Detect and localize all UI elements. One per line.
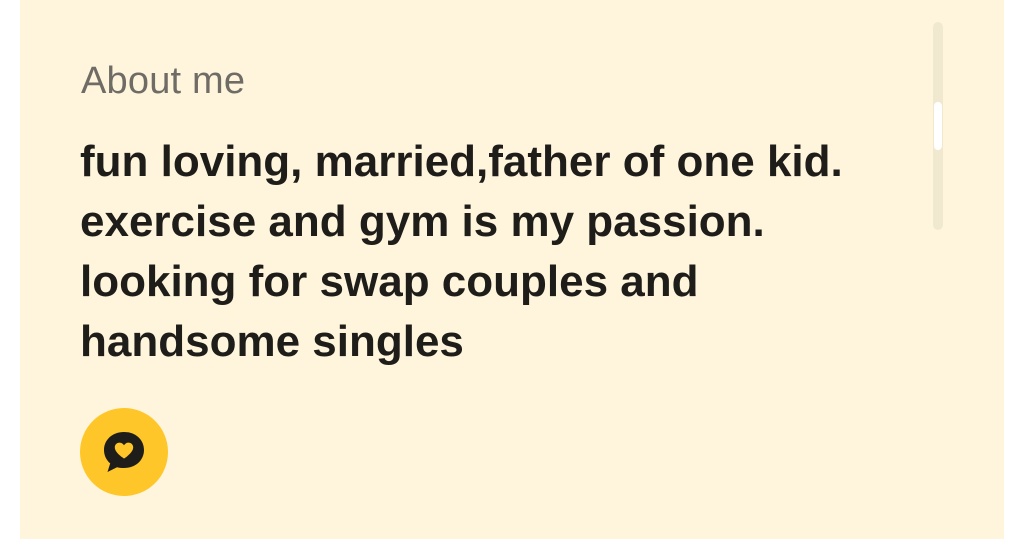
scrollbar-thumb[interactable]: [934, 102, 942, 150]
bio-line: looking for swap couples and: [80, 257, 699, 306]
bio-line: handsome singles: [80, 317, 464, 366]
heart-chat-bubble-icon: [99, 427, 149, 477]
bio-line: fun loving, married,father of one kid.: [80, 137, 843, 186]
compliment-button[interactable]: [80, 408, 168, 496]
scrollbar[interactable]: [933, 22, 943, 230]
about-me-bio: fun loving, married,father of one kid. e…: [80, 132, 930, 372]
about-me-card: About me fun loving, married,father of o…: [20, 0, 1004, 539]
bio-line: exercise and gym is my passion.: [80, 197, 765, 246]
about-me-heading: About me: [81, 60, 246, 102]
